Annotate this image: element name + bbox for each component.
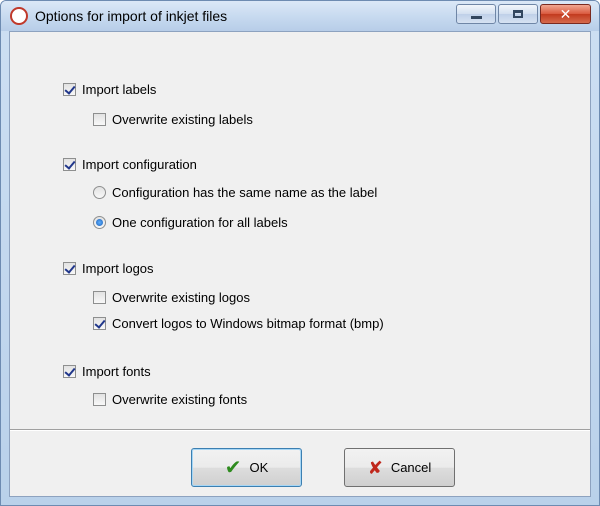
- radio-button[interactable]: [93, 186, 106, 199]
- checkbox-label: Import labels: [82, 82, 157, 97]
- overwrite-labels-checkbox[interactable]: Overwrite existing labels: [93, 112, 253, 127]
- radio-label: One configuration for all labels: [112, 215, 288, 230]
- checkmark-icon: ✔: [224, 456, 242, 479]
- cancel-button[interactable]: ✘ Cancel: [344, 448, 455, 487]
- button-bar: ✔ OK ✘ Cancel: [10, 431, 590, 496]
- app-logo-icon: [10, 7, 28, 25]
- import-labels-checkbox[interactable]: Import labels: [63, 82, 156, 97]
- cross-icon: ✘: [367, 457, 383, 478]
- import-logos-checkbox[interactable]: Import logos: [63, 261, 154, 276]
- maximize-icon: [513, 10, 523, 18]
- checkbox-box[interactable]: [93, 393, 106, 406]
- checkbox-label: Convert logos to Windows bitmap format (…: [112, 316, 384, 331]
- checkbox-label: Overwrite existing fonts: [112, 392, 248, 407]
- minimize-icon: [470, 15, 482, 19]
- radio-label: Configuration has the same name as the l…: [112, 185, 378, 200]
- maximize-button[interactable]: [498, 4, 538, 24]
- checkbox-label: Import fonts: [82, 364, 151, 379]
- checkbox-box[interactable]: [93, 291, 106, 304]
- overwrite-fonts-checkbox[interactable]: Overwrite existing fonts: [93, 392, 247, 407]
- config-one-for-all-radio[interactable]: One configuration for all labels: [93, 215, 288, 230]
- config-same-name-radio[interactable]: Configuration has the same name as the l…: [93, 185, 377, 200]
- checkbox-label: Overwrite existing logos: [112, 290, 250, 305]
- checkbox-box[interactable]: [63, 262, 76, 275]
- window-title: Options for import of inkjet files: [35, 8, 228, 24]
- close-button[interactable]: ✕: [540, 4, 591, 24]
- close-icon: ✕: [559, 5, 572, 22]
- checkbox-label: Overwrite existing labels: [112, 112, 253, 127]
- checkbox-box[interactable]: [93, 317, 106, 330]
- checkbox-box[interactable]: [63, 158, 76, 171]
- dialog-body: Import labels Overwrite existing labels …: [9, 31, 591, 497]
- minimize-button[interactable]: [456, 4, 496, 24]
- checkbox-box[interactable]: [63, 365, 76, 378]
- ok-button[interactable]: ✔ OK: [191, 448, 302, 487]
- checkbox-label: Import logos: [82, 261, 154, 276]
- convert-logos-bmp-checkbox[interactable]: Convert logos to Windows bitmap format (…: [93, 316, 384, 331]
- radio-button[interactable]: [93, 216, 106, 229]
- cancel-button-label: Cancel: [390, 460, 432, 475]
- import-configuration-checkbox[interactable]: Import configuration: [63, 157, 197, 172]
- checkbox-box[interactable]: [93, 113, 106, 126]
- checkbox-label: Import configuration: [82, 157, 197, 172]
- options-dialog: Options for import of inkjet files ✕ Imp…: [0, 0, 600, 506]
- ok-button-label: OK: [249, 460, 269, 475]
- overwrite-logos-checkbox[interactable]: Overwrite existing logos: [93, 290, 250, 305]
- title-bar[interactable]: Options for import of inkjet files ✕: [1, 1, 599, 31]
- checkbox-box[interactable]: [63, 83, 76, 96]
- import-fonts-checkbox[interactable]: Import fonts: [63, 364, 151, 379]
